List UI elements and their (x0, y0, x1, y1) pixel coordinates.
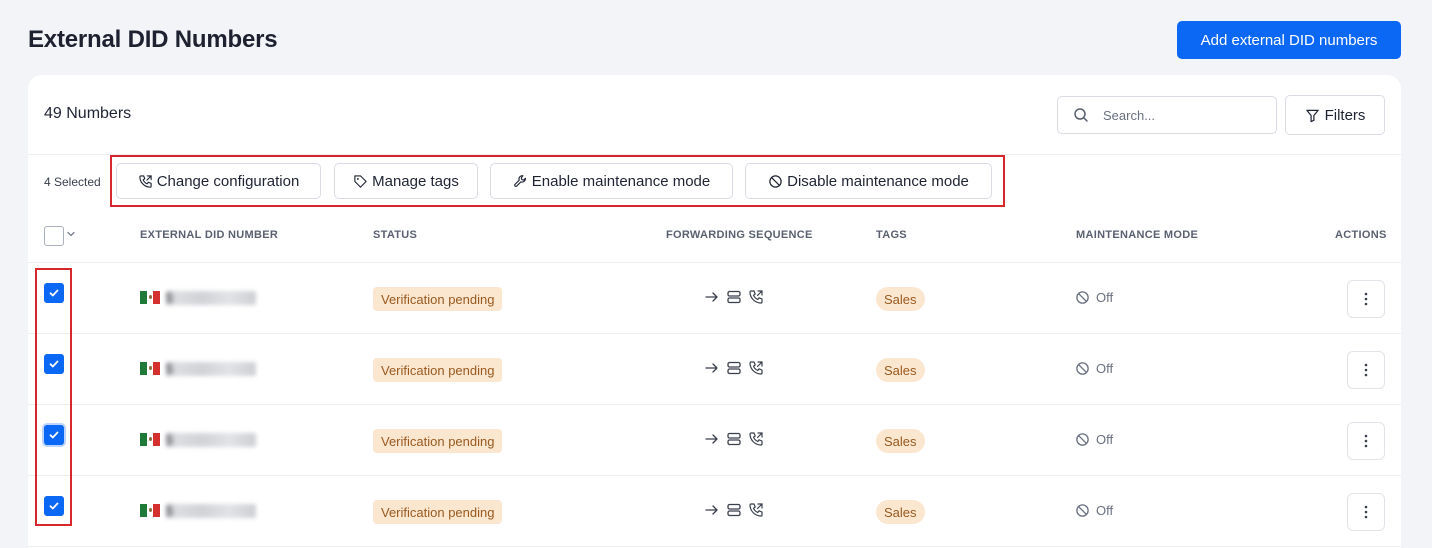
phone-forward-icon (138, 174, 153, 189)
selected-count: 4 Selected (44, 175, 101, 189)
maintenance-label: Off (1096, 361, 1114, 376)
numbers-card: 49 Numbers Filters 4 Selected Change con… (28, 75, 1401, 548)
maintenance-status: Off (1075, 503, 1113, 518)
more-vertical-icon (1364, 292, 1368, 306)
arrow-right-icon (704, 431, 720, 447)
ban-icon (768, 174, 783, 189)
status-badge: Verification pending (373, 287, 503, 311)
phone-forward-icon (748, 431, 764, 447)
maintenance-status: Off (1075, 361, 1113, 376)
did-number-masked: 5 (166, 433, 256, 447)
did-number-prefix: 5 (166, 433, 173, 447)
bulk-action-label: Enable maintenance mode (531, 172, 711, 190)
server-icon (726, 502, 742, 518)
chevron-down-icon[interactable] (66, 229, 76, 239)
status-badge: Verification pending (373, 429, 503, 453)
table-row: 5 Verification pending Sales Off (28, 263, 1401, 334)
maintenance-label: Off (1096, 290, 1114, 305)
ban-icon (1075, 503, 1090, 518)
bulk-actions-bar: 4 Selected Change configuration Manage t… (28, 155, 1401, 207)
row-actions-button[interactable] (1347, 422, 1385, 460)
column-header-tags: TAGS (876, 229, 907, 241)
phone-forward-icon (748, 502, 764, 518)
search-input[interactable] (1103, 107, 1263, 123)
ban-icon (1075, 432, 1090, 447)
did-number-prefix: 5 (166, 504, 173, 518)
mexico-flag-icon (140, 362, 161, 375)
more-vertical-icon (1364, 505, 1368, 519)
select-all-checkbox[interactable] (44, 226, 64, 246)
numbers-count: 49 Numbers (44, 105, 132, 122)
row-actions-button[interactable] (1347, 351, 1385, 389)
column-header-status: STATUS (373, 229, 418, 241)
disable-maintenance-button[interactable]: Disable maintenance mode (745, 163, 992, 199)
server-icon (726, 289, 742, 305)
manage-tags-button[interactable]: Manage tags (334, 163, 478, 199)
bulk-action-label: Disable maintenance mode (787, 172, 969, 190)
did-number-masked: 5 (166, 362, 256, 376)
checkbox-highlight (35, 268, 72, 526)
column-header-actions: ACTIONS (1335, 229, 1387, 241)
filters-button[interactable]: Filters (1285, 95, 1385, 135)
change-configuration-button[interactable]: Change configuration (116, 163, 321, 199)
column-header-maintenance: MAINTENANCE MODE (1076, 229, 1199, 241)
tag-icon (353, 174, 368, 189)
status-badge: Verification pending (373, 358, 503, 382)
page-header: External DID Numbers Add external DID nu… (28, 20, 1401, 60)
maintenance-label: Off (1096, 432, 1114, 447)
more-vertical-icon (1364, 434, 1368, 448)
server-icon (726, 360, 742, 376)
search-box[interactable] (1057, 96, 1277, 134)
tag-badge: Sales (876, 358, 925, 382)
phone-forward-icon (748, 360, 764, 376)
arrow-right-icon (704, 502, 720, 518)
mexico-flag-icon (140, 291, 161, 304)
row-actions-button[interactable] (1347, 493, 1385, 531)
status-badge: Verification pending (373, 500, 503, 524)
forwarding-sequence (704, 502, 764, 518)
did-number-prefix: 5 (166, 362, 173, 376)
forwarding-sequence (704, 289, 764, 305)
mexico-flag-icon (140, 504, 161, 517)
mexico-flag-icon (140, 433, 161, 446)
table-row: 5 Verification pending Sales Off (28, 476, 1401, 547)
filters-label: Filters (1324, 106, 1366, 124)
add-external-did-button[interactable]: Add external DID numbers (1177, 21, 1401, 59)
page-title: External DID Numbers (28, 26, 278, 53)
forwarding-sequence (704, 360, 764, 376)
table-header: EXTERNAL DID NUMBER STATUS FORWARDING SE… (28, 215, 1401, 263)
did-number-masked: 5 (166, 291, 256, 305)
table-row: 5 Verification pending Sales Off (28, 334, 1401, 405)
more-vertical-icon (1364, 363, 1368, 377)
maintenance-label: Off (1096, 503, 1114, 518)
did-number-masked: 5 (166, 504, 256, 518)
maintenance-status: Off (1075, 432, 1113, 447)
search-icon (1073, 107, 1089, 123)
ban-icon (1075, 290, 1090, 305)
arrow-right-icon (704, 360, 720, 376)
column-header-forwarding: FORWARDING SEQUENCE (666, 229, 813, 241)
phone-forward-icon (748, 289, 764, 305)
card-toolbar: 49 Numbers Filters (28, 75, 1401, 155)
column-header-number: EXTERNAL DID NUMBER (140, 229, 279, 241)
forwarding-sequence (704, 431, 764, 447)
filter-icon (1305, 108, 1320, 123)
server-icon (726, 431, 742, 447)
ban-icon (1075, 361, 1090, 376)
table-row: 5 Verification pending Sales Off (28, 405, 1401, 476)
bulk-action-label: Change configuration (156, 172, 300, 190)
arrow-right-icon (704, 289, 720, 305)
tag-badge: Sales (876, 500, 925, 524)
bulk-action-label: Manage tags (372, 172, 459, 190)
tag-badge: Sales (876, 287, 925, 311)
tag-badge: Sales (876, 429, 925, 453)
did-number-prefix: 5 (166, 291, 173, 305)
maintenance-status: Off (1075, 290, 1113, 305)
enable-maintenance-button[interactable]: Enable maintenance mode (490, 163, 733, 199)
row-actions-button[interactable] (1347, 280, 1385, 318)
wrench-icon (513, 174, 528, 189)
